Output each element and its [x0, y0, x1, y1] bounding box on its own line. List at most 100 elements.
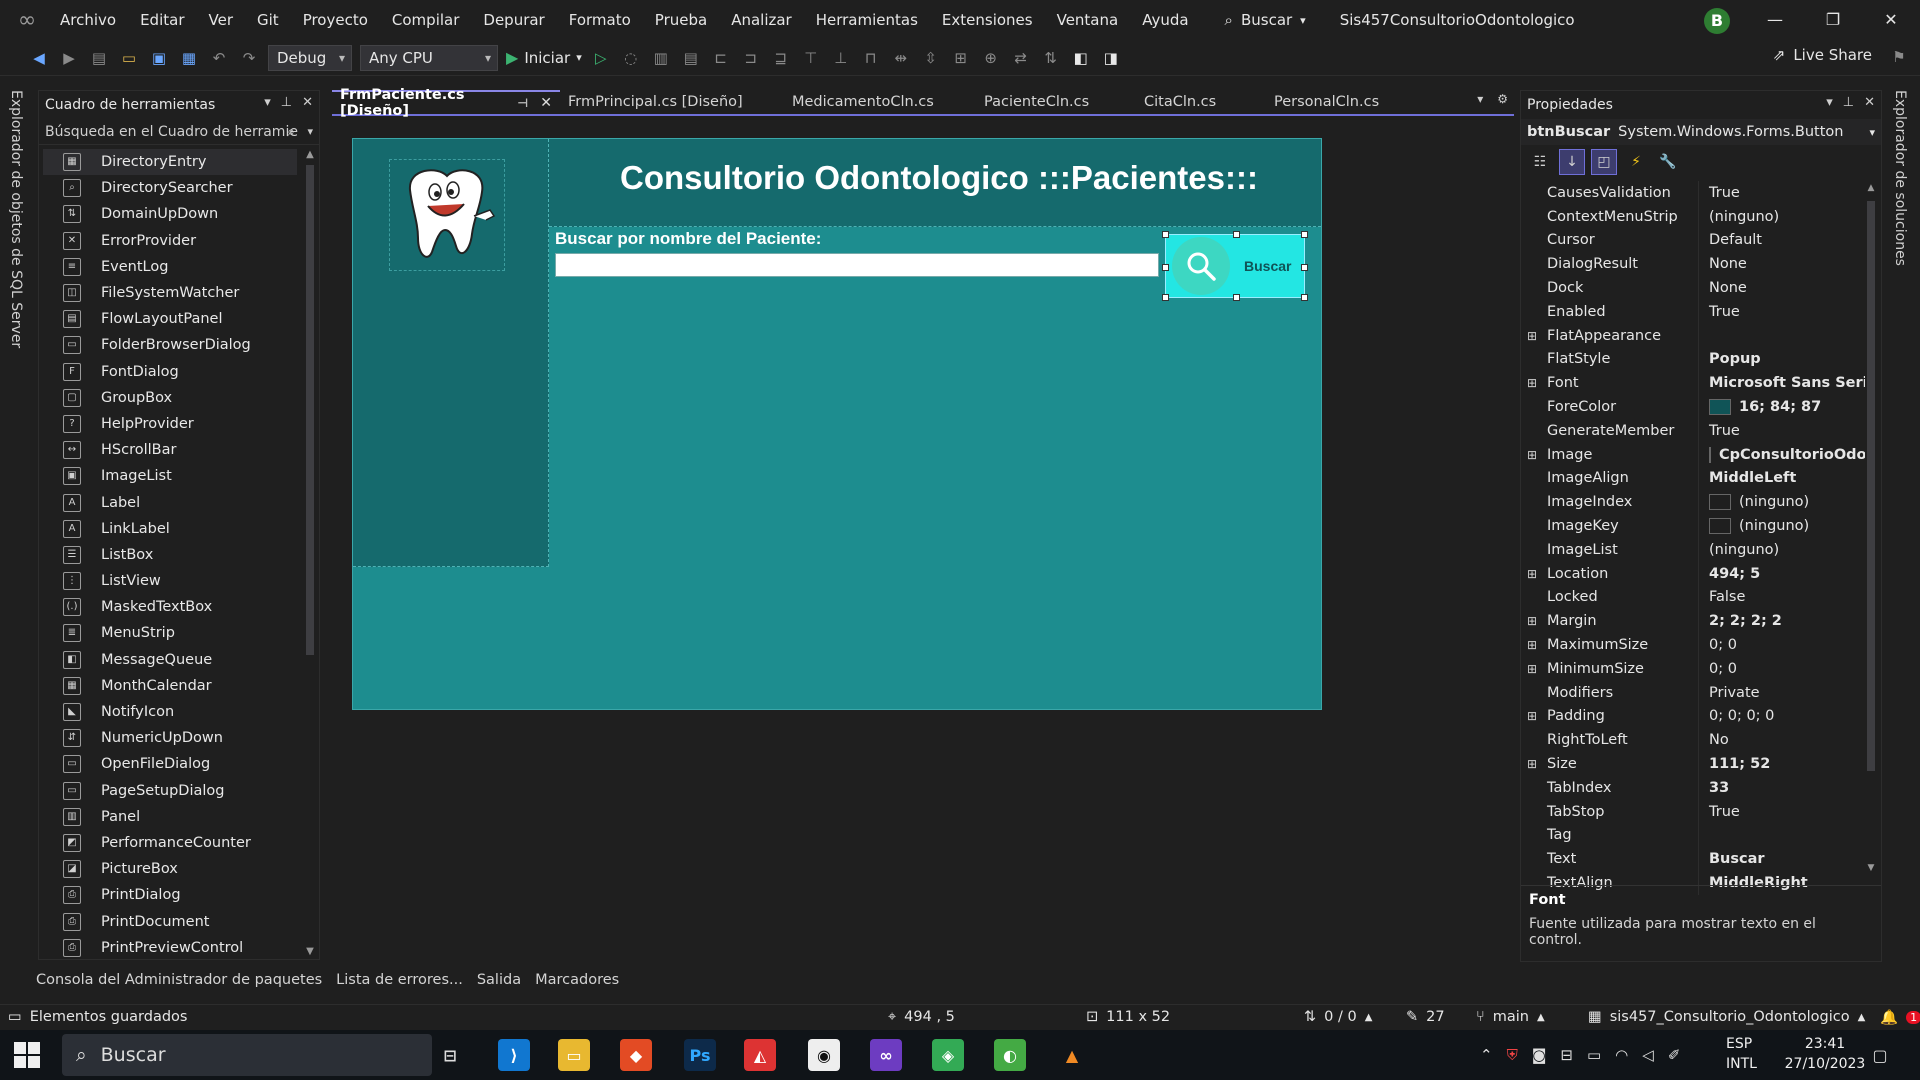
- resize-handle[interactable]: [1233, 294, 1240, 301]
- property-value[interactable]: 0; 0; 0; 0: [1698, 704, 1865, 729]
- forward-icon[interactable]: ▶: [58, 47, 80, 69]
- lock-controls-icon[interactable]: ⇅: [1040, 47, 1062, 69]
- expand-icon[interactable]: ⊞: [1521, 614, 1543, 628]
- toolbox-item[interactable]: ≡ EventLog: [43, 254, 297, 280]
- toolbox-item[interactable]: ↔ HScrollBar: [43, 437, 297, 463]
- property-row[interactable]: ⊞ Font Microsoft Sans Serif; 8,: [1521, 371, 1865, 396]
- close-window-button[interactable]: ✕: [1862, 0, 1920, 40]
- search-label[interactable]: Buscar por nombre del Paciente:: [555, 229, 821, 249]
- menu-item[interactable]: Proyecto: [291, 0, 380, 40]
- toolbox-item[interactable]: ▤ FlowLayoutPanel: [43, 306, 297, 332]
- live-share-button[interactable]: ⇗ Live Share: [1773, 46, 1872, 64]
- properties-icon[interactable]: ◰: [1591, 149, 1617, 175]
- property-value[interactable]: (ninguno): [1698, 537, 1865, 562]
- property-value[interactable]: [1698, 323, 1865, 348]
- scroll-up-icon[interactable]: ▲: [1865, 183, 1877, 193]
- toolbox-item[interactable]: ⋮ ListView: [43, 568, 297, 594]
- menu-item[interactable]: Depurar: [471, 0, 556, 40]
- visual-studio-logo-icon[interactable]: ∞: [14, 7, 40, 33]
- toolbox-item[interactable]: (.) MaskedTextBox: [43, 594, 297, 620]
- property-value[interactable]: 0; 0: [1698, 633, 1865, 657]
- categorized-icon[interactable]: ☷: [1527, 149, 1553, 175]
- toolbox-item[interactable]: ◫ FileSystemWatcher: [43, 280, 297, 306]
- menu-item[interactable]: Ayuda: [1130, 0, 1200, 40]
- pin-icon[interactable]: ⊥: [1843, 95, 1854, 110]
- form-surface[interactable]: Consultorio Odontologico :::Pacientes:::…: [352, 138, 1322, 710]
- git-repo[interactable]: ▦ sis457_Consultorio_Odontologico ▲: [1588, 1009, 1865, 1025]
- security-icon[interactable]: ⊟: [1560, 1046, 1573, 1064]
- expand-icon[interactable]: ⊞: [1521, 329, 1543, 343]
- property-value[interactable]: (ninguno): [1698, 514, 1865, 538]
- toolbox-item[interactable]: ▣ ImageList: [43, 463, 297, 489]
- resize-handle[interactable]: [1162, 294, 1169, 301]
- property-value[interactable]: 16; 84; 87: [1698, 395, 1865, 419]
- expand-icon[interactable]: ⊞: [1521, 709, 1543, 723]
- toolbox-item[interactable]: ✕ ErrorProvider: [43, 228, 297, 254]
- side-panel[interactable]: [353, 139, 549, 567]
- toolbox-item[interactable]: A LinkLabel: [43, 516, 297, 542]
- document-tab[interactable]: FrmPaciente.cs [Diseño] ⊣ ✕: [332, 87, 560, 119]
- property-value[interactable]: None: [1698, 276, 1865, 300]
- scroll-down-icon[interactable]: ▼: [303, 946, 317, 957]
- grid-icon[interactable]: ⊞: [950, 47, 972, 69]
- property-value[interactable]: True: [1698, 799, 1865, 824]
- menu-item[interactable]: Prueba: [643, 0, 719, 40]
- undo-icon[interactable]: ↶: [208, 47, 230, 69]
- toolbox-item[interactable]: ⎙ PrintDialog: [43, 882, 297, 908]
- notifications-icon[interactable]: ▢: [1864, 1039, 1896, 1071]
- search-patient-input[interactable]: [555, 253, 1159, 277]
- menu-item[interactable]: Herramientas: [804, 0, 930, 40]
- git-tool-icon[interactable]: ◈: [932, 1039, 964, 1071]
- property-pages-icon[interactable]: 🔧: [1655, 149, 1681, 175]
- property-row[interactable]: DialogResult None: [1521, 252, 1865, 277]
- menu-item[interactable]: Git: [245, 0, 291, 40]
- new-project-icon[interactable]: ▤: [88, 47, 110, 69]
- expand-icon[interactable]: ⊞: [1521, 638, 1543, 652]
- toolbox-item[interactable]: ◪ PictureBox: [43, 856, 297, 882]
- avatar[interactable]: B: [1704, 8, 1730, 34]
- property-row[interactable]: ⊞ MaximumSize 0; 0: [1521, 633, 1865, 657]
- close-icon[interactable]: ✕: [1864, 95, 1875, 110]
- property-value[interactable]: (ninguno): [1698, 490, 1865, 515]
- visual-studio-icon[interactable]: ∞: [870, 1039, 902, 1071]
- property-row[interactable]: FlatStyle Popup: [1521, 347, 1865, 372]
- toolbox-search-input[interactable]: Búsqueda en el Cuadro de herramie ⌕ ▾: [39, 119, 319, 145]
- zoom-icon[interactable]: ⊕: [980, 47, 1002, 69]
- property-value[interactable]: Microsoft Sans Serif; 8,: [1698, 371, 1865, 396]
- property-row[interactable]: GenerateMember True: [1521, 418, 1865, 443]
- toolbox-item[interactable]: ≣ MenuStrip: [43, 620, 297, 646]
- property-row[interactable]: RightToLeft No: [1521, 728, 1865, 753]
- vlc-icon[interactable]: ▲: [1056, 1039, 1088, 1071]
- expand-icon[interactable]: ⊞: [1521, 757, 1543, 771]
- global-search-button[interactable]: ⌕ Buscar ▾: [1213, 11, 1318, 29]
- size-icon[interactable]: ⇳: [920, 47, 942, 69]
- menu-item[interactable]: Ver: [197, 0, 246, 40]
- logo-picturebox[interactable]: [389, 159, 505, 271]
- menu-item[interactable]: Formato: [557, 0, 643, 40]
- resize-handle[interactable]: [1301, 231, 1308, 238]
- property-value[interactable]: 2; 2; 2; 2: [1698, 609, 1865, 634]
- property-value[interactable]: Default: [1698, 228, 1865, 253]
- events-icon[interactable]: ⚡: [1623, 149, 1649, 175]
- save-icon[interactable]: ▣: [148, 47, 170, 69]
- toolbox-item[interactable]: ⎙ PrintPreviewControl: [43, 935, 297, 961]
- clock[interactable]: 23:41 27/10/2023: [1780, 1034, 1870, 1074]
- language-indicator[interactable]: ESP INTL: [1726, 1034, 1757, 1074]
- toolbox-item[interactable]: ▦ MonthCalendar: [43, 673, 297, 699]
- feedback-icon[interactable]: ⚑: [1888, 46, 1910, 68]
- form-title-label[interactable]: Consultorio Odontologico :::Pacientes:::: [609, 159, 1269, 197]
- property-value[interactable]: MiddleLeft: [1698, 466, 1865, 491]
- property-row[interactable]: Locked False: [1521, 585, 1865, 610]
- property-row[interactable]: TabIndex 33: [1521, 775, 1865, 800]
- scroll-up-icon[interactable]: ▲: [303, 149, 317, 160]
- property-row[interactable]: ⊞ MinimumSize 0; 0: [1521, 656, 1865, 681]
- document-tab[interactable]: PacienteCln.cs: [976, 90, 1136, 114]
- brave-browser-icon[interactable]: ◆: [620, 1039, 652, 1071]
- configuration-select[interactable]: Debug: [268, 44, 352, 71]
- align-left-icon[interactable]: ⊏: [710, 47, 732, 69]
- property-value[interactable]: 33: [1698, 775, 1865, 800]
- vscode-icon[interactable]: ⟩: [498, 1039, 530, 1071]
- tab-order-icon[interactable]: ⇄: [1010, 47, 1032, 69]
- expand-icon[interactable]: ⊞: [1521, 448, 1543, 462]
- toolbox-item[interactable]: ▦ DirectoryEntry: [43, 149, 297, 176]
